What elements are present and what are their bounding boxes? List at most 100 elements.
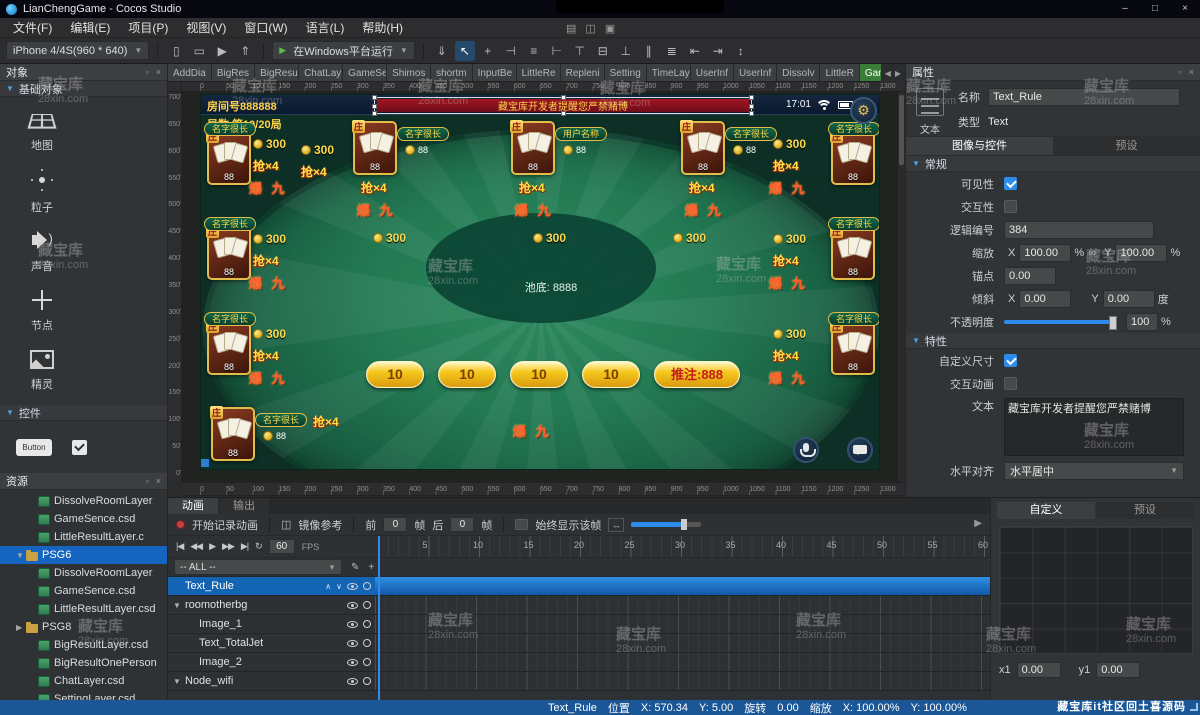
interact-anim-checkbox[interactable] (1004, 377, 1017, 390)
tree-item[interactable]: ▶PSG8 (0, 618, 167, 636)
expander-icon[interactable]: ▶ (16, 623, 26, 632)
preview-play-icon[interactable]: ▶ (212, 41, 232, 61)
canvas-tab[interactable]: BigRes (212, 64, 255, 82)
lock-icon[interactable] (363, 620, 371, 628)
move-tool-icon[interactable]: + (478, 41, 498, 61)
stretch-v-icon[interactable]: ↕ (731, 41, 751, 61)
visibility-icon[interactable] (347, 640, 358, 647)
opacity-slider[interactable] (1004, 320, 1116, 324)
player-tile[interactable]: 庄88 (831, 131, 875, 185)
expander-icon[interactable]: ▼ (172, 601, 182, 610)
rule-marquee[interactable]: 藏宝库开发者提醒您严禁赌博 (377, 99, 749, 112)
zoom-fit-icon[interactable]: ↔ (608, 518, 624, 532)
player-tile[interactable]: 庄88 (353, 121, 397, 175)
canvas-tab[interactable]: AddDia (168, 64, 212, 82)
canvas-tab[interactable]: BigResu (255, 64, 299, 82)
track-timeline[interactable] (375, 672, 990, 690)
text-content-input[interactable]: 藏宝库开发者提醒您严禁赌博 (1004, 398, 1184, 456)
minimize-button[interactable]: – (1110, 0, 1140, 18)
track-head[interactable]: Image_2 (168, 653, 375, 671)
visibility-icon[interactable] (347, 583, 358, 590)
track-head[interactable]: ▼Node_wifi (168, 672, 375, 690)
tab-presets[interactable]: 预设 (1053, 137, 1200, 155)
track-timeline[interactable] (375, 577, 990, 595)
publish-icon[interactable]: ⇑ (235, 41, 255, 61)
track-head[interactable]: Text_TotalJet (168, 634, 375, 652)
push-bet-button[interactable]: 推注:888 (654, 361, 740, 388)
add-icon[interactable]: + (368, 562, 374, 573)
prev-frame-icon[interactable]: ◀◀ (190, 541, 202, 552)
lock-icon[interactable] (363, 639, 371, 647)
track-head[interactable]: Text_Rule∧∨ (168, 577, 375, 595)
mirror-label[interactable]: 镜像参考 (298, 517, 342, 533)
tree-item[interactable]: GameSence.csd (0, 510, 167, 528)
maximize-button[interactable]: □ (1140, 0, 1170, 18)
canvas-tab[interactable]: InputBe (473, 64, 517, 82)
track-head[interactable]: Image_1 (168, 615, 375, 633)
menu-item[interactable]: 文件(F) (4, 18, 61, 38)
halign-select[interactable]: 水平居中 ▼ (1004, 462, 1184, 480)
loop-icon[interactable]: ↻ (255, 541, 262, 552)
bet-button[interactable]: 10 (366, 361, 424, 388)
timeline-track[interactable]: Image_2 (168, 653, 990, 672)
tree-item[interactable]: DissolveRoomLayer (0, 492, 167, 510)
visibility-icon[interactable] (347, 659, 358, 666)
chat-button[interactable] (847, 437, 873, 463)
skew-x-input[interactable] (1019, 290, 1071, 308)
visibility-icon[interactable] (347, 621, 358, 628)
y1-input[interactable] (1096, 662, 1140, 678)
canvas-tab[interactable]: GameSe (343, 64, 387, 82)
lock-icon[interactable] (363, 601, 371, 609)
object-item[interactable]: 节点 (0, 281, 84, 341)
lock-icon[interactable] (363, 658, 371, 666)
next-frame-icon[interactable]: ▶▶ (222, 541, 234, 552)
play-icon[interactable]: ▶ (209, 541, 215, 552)
voice-button[interactable] (793, 437, 819, 463)
scale-x-input[interactable] (1019, 244, 1071, 262)
last-frame-icon[interactable]: ▶| (241, 541, 248, 552)
anchor-input[interactable] (1004, 267, 1056, 285)
object-item[interactable]: 地图 (0, 101, 84, 161)
align-right-icon[interactable]: ⊢ (547, 41, 567, 61)
timeline-track[interactable]: ▼roomotherbg (168, 596, 990, 615)
after-frames-input[interactable] (450, 517, 474, 532)
track-timeline[interactable] (375, 653, 990, 671)
close-panel-icon[interactable]: × (156, 476, 161, 486)
tree-item[interactable]: GameSence.csd (0, 582, 167, 600)
canvas-vertical-scrollbar[interactable] (897, 92, 905, 482)
menu-item[interactable]: 视图(V) (177, 18, 235, 38)
tab-animation[interactable]: 动画 (168, 498, 218, 514)
distribute-v-icon[interactable]: ≣ (662, 41, 682, 61)
canvas-tab[interactable]: LittleR (820, 64, 859, 82)
menu-item[interactable]: 语言(L) (297, 18, 354, 38)
timeline-zoom-slider[interactable] (631, 522, 701, 527)
canvas-tab[interactable]: shortm (431, 64, 473, 82)
custom-size-checkbox[interactable] (1004, 354, 1017, 367)
player-tile[interactable]: 庄88 (211, 407, 255, 461)
game-scene[interactable]: 池底: 8888 房间号888888 藏宝库开发者提醒您严禁赌博 17:01 局… (200, 94, 880, 470)
lock-icon[interactable] (363, 677, 371, 685)
timeline-track[interactable]: Text_Rule∧∨ (168, 577, 990, 596)
frame-ruler[interactable]: 51015202530354045505560 (375, 536, 990, 557)
player-tile[interactable]: 庄88 (681, 121, 725, 175)
name-input[interactable] (988, 88, 1180, 106)
first-frame-icon[interactable]: |◀ (176, 541, 183, 552)
expand-timeline-icon[interactable]: ▶ (974, 518, 982, 529)
tag-input[interactable] (1004, 221, 1154, 239)
object-item[interactable]: 声音 (0, 221, 84, 281)
stretch-left-icon[interactable]: ⇤ (685, 41, 705, 61)
track-head[interactable]: ▼roomotherbg (168, 596, 375, 614)
canvas-tab[interactable]: Setting (605, 64, 647, 82)
player-tile[interactable]: 庄88 (207, 321, 251, 375)
tab-preset-curve[interactable]: 预设 (1096, 502, 1194, 519)
track-timeline[interactable] (375, 634, 990, 652)
object-item[interactable]: 粒子 (0, 161, 84, 221)
close-panel-icon[interactable]: × (1189, 67, 1194, 77)
fps-input[interactable] (269, 539, 295, 554)
track-filter-select[interactable]: -- ALL -- ▼ (174, 559, 342, 575)
feature-section[interactable]: ▼ 特性 (906, 333, 1200, 349)
track-timeline[interactable] (375, 596, 990, 614)
before-frames-input[interactable] (383, 517, 407, 532)
lock-icon[interactable] (363, 582, 371, 590)
tab-scroll-left-icon[interactable]: ◀ (885, 69, 891, 78)
